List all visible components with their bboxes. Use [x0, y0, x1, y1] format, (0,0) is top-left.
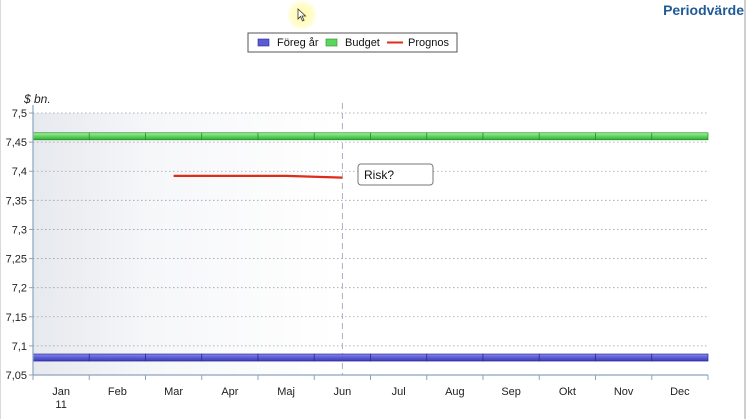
y-tick-label: 7,2 — [12, 283, 27, 295]
band-segment-prior-year — [651, 353, 709, 362]
x-tick-label: Mar — [164, 386, 183, 398]
band-segment-prior-year — [145, 353, 203, 362]
x-tick-label: Nov — [614, 386, 634, 398]
band-segment-prior-year — [538, 353, 596, 362]
y-tick-label: 7,05 — [6, 370, 27, 382]
band-segment-budget — [482, 132, 540, 141]
chart-frame: Periodvärde Jan Feb Mar Apr Maj Jun Jul A — [0, 0, 746, 419]
y-tick-label: 7,3 — [12, 224, 27, 236]
x-tick-label: Jan — [52, 386, 70, 398]
legend-swatch-budget — [325, 38, 338, 47]
band-segment-budget — [370, 132, 428, 141]
band-segment-prior-year — [313, 353, 371, 362]
risk-annotation-text: Risk? — [364, 168, 394, 182]
chart: Jan Feb Mar Apr Maj Jun Jul Aug Sep Okt Nov Dec 11 7… — [6, 32, 709, 411]
band-segment-budget — [313, 132, 371, 141]
band-segment-prior-year — [32, 353, 90, 362]
y-tick-label: 7,1 — [12, 341, 27, 353]
x-tick-label: Aug — [445, 386, 465, 398]
band-segment-prior-year — [595, 353, 653, 362]
y-tick-label: 7,25 — [6, 254, 27, 266]
band-segment-budget — [145, 132, 203, 141]
y-tick-labels: 7,05 7,1 7,15 7,2 7,25 7,3 7,35 7,4 7,45 7,5 — [6, 108, 27, 382]
x-tick-label: Apr — [221, 386, 238, 398]
band-segment-prior-year — [257, 353, 315, 362]
y-tick-label: 7,45 — [6, 137, 27, 149]
plot-background — [33, 113, 708, 375]
x-tick-label: Feb — [108, 386, 127, 398]
y-tick-label: 7,15 — [6, 312, 27, 324]
band-segment-prior-year — [426, 353, 484, 362]
x-tick-label: Dec — [670, 386, 690, 398]
y-tick-label: 7,5 — [12, 108, 27, 120]
legend-label-forecast: Prognos — [408, 37, 449, 49]
risk-annotation: Risk? — [357, 163, 434, 186]
legend-label-budget: Budget — [345, 37, 380, 49]
band-segment-budget — [595, 132, 653, 141]
legend: Föreg år Budget Prognos — [247, 32, 458, 53]
band-segment-prior-year — [482, 353, 540, 362]
x-tick-label: Sep — [501, 386, 521, 398]
x-year-label: 11 — [55, 399, 66, 411]
band-segment-budget — [201, 132, 259, 141]
x-tick-labels: Jan Feb Mar Apr Maj Jun Jul Aug Sep Okt Nov Dec 11 — [52, 386, 690, 411]
band-segment-budget — [651, 132, 709, 141]
x-tick-label: Okt — [559, 386, 576, 398]
legend-swatch-prior-year — [257, 38, 270, 47]
band-segment-budget — [538, 132, 596, 141]
y-axis-label: $ bn. — [23, 92, 51, 106]
y-tick-label: 7,35 — [6, 195, 27, 207]
x-tick-label: Jun — [334, 386, 352, 398]
band-segment-budget — [426, 132, 484, 141]
band-segment-budget — [257, 132, 315, 141]
band-segment-prior-year — [88, 353, 146, 362]
x-tick-label: Maj — [277, 386, 295, 398]
band-segment-budget — [32, 132, 90, 141]
band-segment-prior-year — [370, 353, 428, 362]
band-segment-prior-year — [201, 353, 259, 362]
y-tick-label: 7,4 — [12, 166, 27, 178]
legend-label-prior-year: Föreg år — [277, 37, 319, 49]
x-tick-label: Jul — [392, 386, 406, 398]
band-segment-budget — [88, 132, 146, 141]
